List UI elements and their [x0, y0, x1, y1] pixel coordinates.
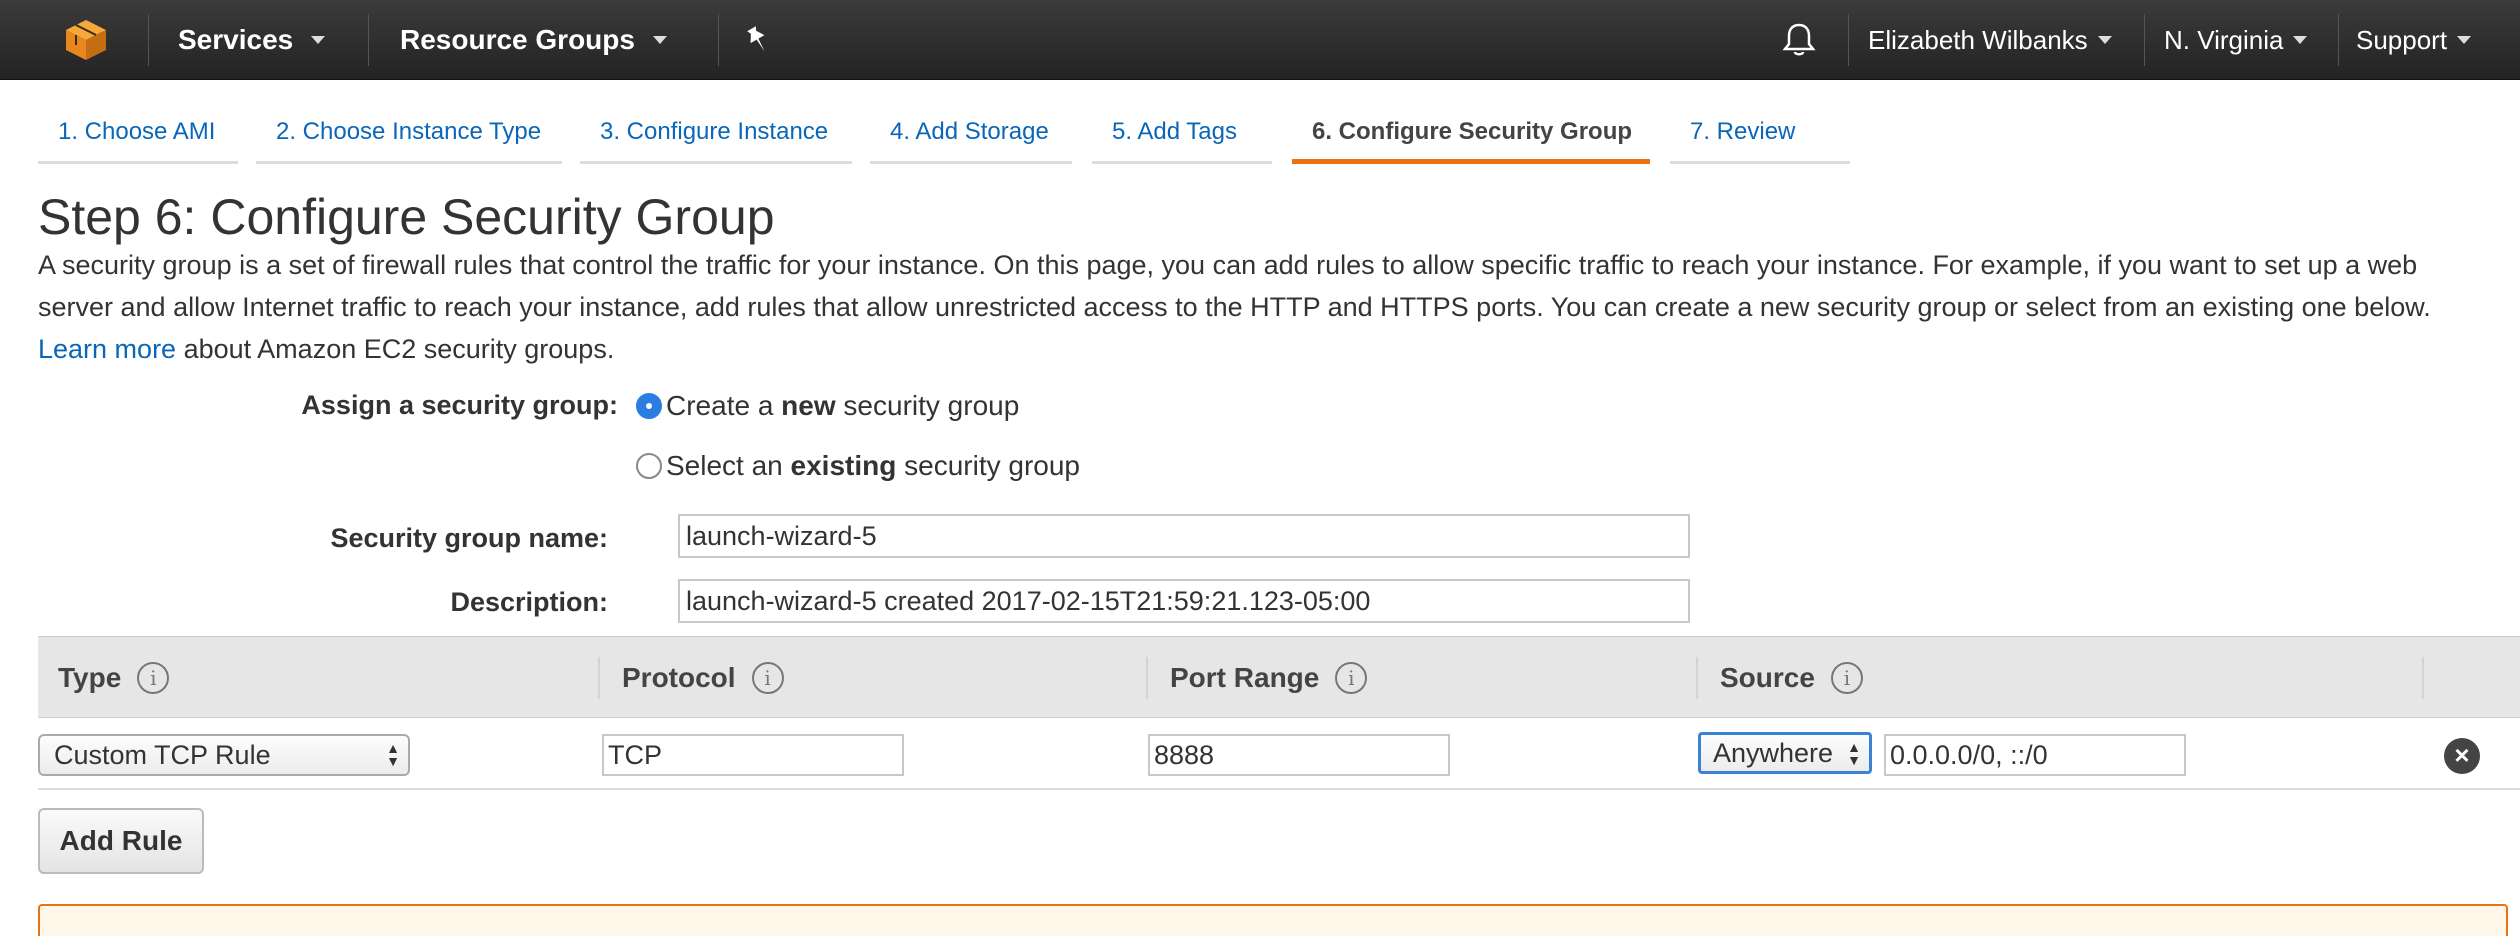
column-divider	[598, 657, 600, 699]
select-value: Custom TCP Rule	[54, 739, 271, 770]
remove-rule-close-icon[interactable]: ×	[2444, 738, 2480, 774]
nav-divider	[368, 14, 369, 66]
bell-icon	[1782, 23, 1816, 56]
tab-add-storage[interactable]: 4. Add Storage	[870, 102, 1072, 164]
nav-divider	[1848, 14, 1849, 66]
top-navigation-bar: Services Resource Groups Elizabeth Wilba…	[0, 0, 2520, 80]
radio-label: Create a new security group	[666, 390, 1019, 422]
page-title: Step 6: Configure Security Group	[38, 189, 775, 245]
nav-divider	[148, 14, 149, 66]
radio-label-bold: new	[781, 390, 836, 421]
intro-paragraph: A security group is a set of firewall ru…	[38, 244, 2498, 370]
info-icon[interactable]: i	[1830, 662, 1863, 694]
tab-label: 5. Add Tags	[1112, 118, 1237, 145]
tab-label: 1. Choose AMI	[58, 118, 216, 145]
protocol-input[interactable]: TCP	[602, 734, 904, 776]
column-header-port-range: Port Range i	[1170, 637, 1368, 719]
tab-label: 2. Choose Instance Type	[276, 118, 542, 145]
radio-label: Select an existing security group	[666, 450, 1080, 482]
chevron-down-icon	[2097, 36, 2112, 44]
input-value: launch-wizard-5	[686, 520, 877, 551]
header-label: Source	[1720, 662, 1815, 693]
nav-divider	[2144, 14, 2145, 66]
services-label: Services	[178, 24, 294, 55]
tab-choose-instance-type[interactable]: 2. Choose Instance Type	[256, 102, 562, 164]
pin-icon	[747, 26, 765, 52]
column-header-protocol: Protocol i	[622, 637, 784, 719]
info-icon[interactable]: i	[1335, 662, 1368, 694]
intro-suffix: about Amazon EC2 security groups.	[183, 334, 615, 364]
header-label: Type	[58, 662, 122, 693]
column-header-type: Type i	[58, 637, 170, 719]
port-range-input[interactable]: 8888	[1148, 734, 1450, 776]
support-label: Support	[2356, 24, 2448, 55]
user-menu[interactable]: Elizabeth Wilbanks	[1868, 0, 2112, 80]
radio-label-prefix: Select an	[666, 450, 791, 481]
chevron-down-icon	[311, 36, 326, 44]
description-label: Description:	[450, 587, 608, 617]
table-row: Custom TCP Rule ▲ ▼ TCP 8888 Anywhere ▲ ▼ …	[38, 718, 2520, 790]
chevron-down-icon	[652, 36, 667, 44]
select-arrows-icon: ▲ ▼	[1847, 739, 1861, 768]
column-divider	[1696, 657, 1698, 699]
nav-divider	[718, 14, 719, 66]
tab-add-tags[interactable]: 5. Add Tags	[1092, 102, 1272, 164]
region-name: N. Virginia	[2164, 24, 2284, 55]
select-value: Anywhere	[1713, 737, 1834, 768]
security-group-name-input[interactable]: launch-wizard-5	[678, 514, 1690, 558]
source-cidr-input[interactable]: 0.0.0.0/0, ::/0	[1884, 734, 2186, 776]
radio-label-prefix: Create a	[666, 390, 782, 421]
header-label: Port Range	[1170, 662, 1320, 693]
resource-groups-menu[interactable]: Resource Groups	[400, 0, 667, 80]
intro-text: A security group is a set of firewall ru…	[38, 250, 2431, 322]
chevron-down-icon	[2293, 36, 2308, 44]
region-menu[interactable]: N. Virginia	[2164, 0, 2308, 80]
rule-type-select[interactable]: Custom TCP Rule ▲ ▼	[38, 734, 410, 776]
input-value: 8888	[1154, 739, 1215, 770]
radio-create-new-group[interactable]: Create a new security group	[636, 390, 1019, 422]
warning-box	[38, 904, 2508, 936]
learn-more-link[interactable]: Learn more	[38, 334, 176, 364]
radio-unselected-icon[interactable]	[636, 453, 662, 479]
tab-label: 3. Configure Instance	[600, 118, 829, 145]
radio-selected-icon[interactable]	[636, 393, 662, 419]
pin-button[interactable]	[744, 0, 772, 80]
radio-label-suffix: security group	[835, 390, 1020, 421]
tab-review[interactable]: 7. Review	[1670, 102, 1850, 164]
info-icon[interactable]: i	[137, 662, 170, 694]
source-select[interactable]: Anywhere ▲ ▼	[1698, 732, 1872, 774]
tab-choose-ami[interactable]: 1. Choose AMI	[38, 102, 238, 164]
user-name: Elizabeth Wilbanks	[1868, 24, 2088, 55]
description-input[interactable]: launch-wizard-5 created 2017-02-15T21:59…	[678, 579, 1690, 623]
security-group-name-label: Security group name:	[330, 523, 608, 553]
tab-label: 6. Configure Security Group	[1312, 118, 1633, 145]
support-menu[interactable]: Support	[2356, 0, 2472, 80]
input-value: launch-wizard-5 created 2017-02-15T21:59…	[686, 585, 1371, 616]
tab-configure-security-group[interactable]: 6. Configure Security Group	[1292, 102, 1650, 164]
services-menu[interactable]: Services	[178, 0, 326, 80]
notifications-button[interactable]	[1782, 0, 1816, 80]
aws-cube-logo-icon[interactable]	[64, 18, 108, 62]
input-value: TCP	[608, 739, 662, 770]
column-divider	[1146, 657, 1148, 699]
radio-label-bold: existing	[790, 450, 897, 481]
info-icon[interactable]: i	[751, 662, 784, 694]
radio-label-suffix: security group	[896, 450, 1080, 481]
select-arrows-icon: ▲ ▼	[386, 740, 400, 769]
resource-groups-label: Resource Groups	[400, 24, 635, 55]
chevron-down-icon	[2457, 36, 2472, 44]
tab-configure-instance[interactable]: 3. Configure Instance	[580, 102, 852, 164]
nav-divider	[2338, 14, 2339, 66]
rules-table-header: Type i Protocol i Port Range i Source i	[38, 636, 2520, 718]
column-divider	[2422, 657, 2424, 699]
column-header-source: Source i	[1720, 637, 1863, 719]
assign-security-group-label: Assign a security group:	[301, 390, 618, 420]
tab-label: 4. Add Storage	[890, 118, 1049, 145]
header-label: Protocol	[622, 662, 736, 693]
input-value: 0.0.0.0/0, ::/0	[1890, 739, 2048, 770]
tab-label: 7. Review	[1690, 118, 1796, 145]
add-rule-button[interactable]: Add Rule	[38, 808, 204, 874]
radio-select-existing-group[interactable]: Select an existing security group	[636, 450, 1080, 482]
